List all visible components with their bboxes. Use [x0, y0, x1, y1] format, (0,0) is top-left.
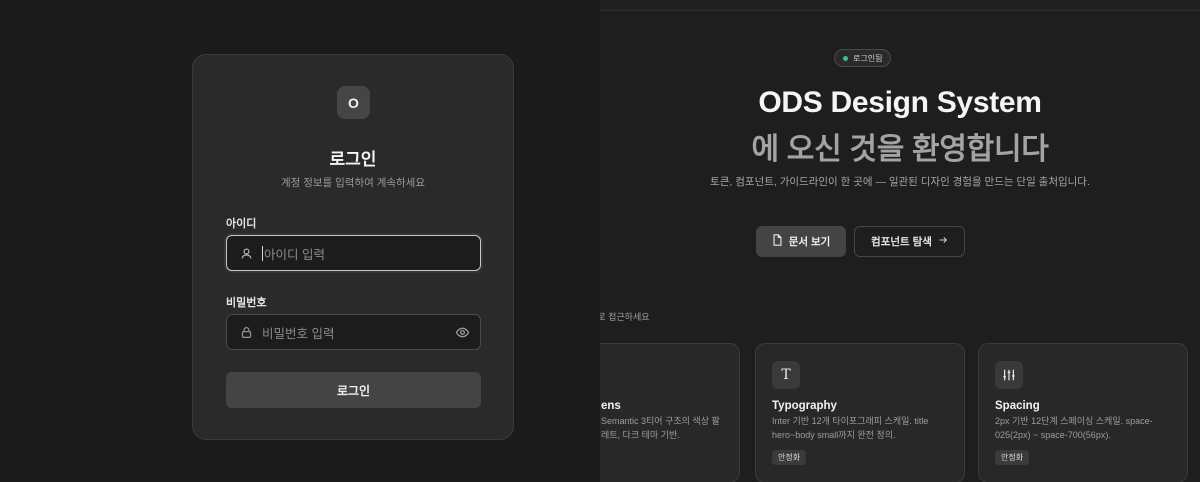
explore-components-button[interactable]: 컴포넌트 탐색 — [854, 226, 965, 257]
feature-card-typography[interactable]: T Typography Inter 기반 12개 타이포그래피 스케일. ti… — [755, 343, 965, 482]
docs-button[interactable]: 문서 보기 — [756, 226, 846, 257]
feature-card-title: Spacing — [995, 400, 1040, 412]
feature-card-description: Inter 기반 12개 타이포그래피 스케일. title hero~body… — [772, 416, 929, 440]
login-screen: O 로그인 계정 정보를 입력하여 계속하세요 아이디 아이디 입력 비밀번호 — [0, 0, 600, 482]
text-caret — [262, 245, 263, 261]
status-dot-icon — [843, 55, 848, 61]
docs-button-label: 문서 보기 — [788, 236, 831, 248]
login-title: 로그인 — [329, 150, 377, 169]
hero-description: 토큰, 컴포넌트, 가이드라인이 한 곳에 — 일관된 디자인 경험을 만드는 … — [710, 176, 1090, 188]
eye-icon[interactable] — [454, 324, 470, 340]
feature-card-description: Semantic 3티어 구조의 색상 팔레트, 다크 테마 기반. — [601, 416, 720, 440]
landing-screen: 로그인됨 ODS Design System 에 오신 것을 환영합니다 토큰,… — [600, 0, 1200, 482]
hero-title: ODS Design System — [758, 86, 1042, 119]
user-icon — [239, 246, 253, 260]
feature-card-colors[interactable]: ens Semantic 3티어 구조의 색상 팔레트, 다크 테마 기반. — [600, 343, 740, 482]
status-badge: 로그인됨 — [834, 49, 892, 67]
section-label: 스에 바로 접근하세요 — [600, 312, 650, 322]
document-icon — [772, 234, 783, 249]
explore-components-label: 컴포넌트 탐색 — [871, 236, 932, 248]
password-input[interactable]: 비밀번호 입력 — [226, 314, 481, 350]
login-subtitle: 계정 정보를 입력하여 계속하세요 — [281, 177, 425, 189]
top-navbar — [600, 0, 1200, 11]
typography-icon: T — [772, 361, 800, 389]
stability-tag: 안정화 — [772, 450, 807, 465]
hero-subtitle: 에 오신 것을 환영합니다 — [751, 133, 1049, 166]
arrow-right-icon — [938, 235, 948, 248]
id-label: 아이디 — [226, 218, 257, 230]
feature-card-spacing[interactable]: Spacing 2px 기반 12단계 스페이싱 스케일. space-025(… — [978, 343, 1188, 482]
login-card: O 로그인 계정 정보를 입력하여 계속하세요 아이디 아이디 입력 비밀번호 — [192, 54, 514, 440]
app-logo: O — [337, 86, 370, 119]
feature-card-title: Typography — [772, 400, 837, 412]
stability-tag: 안정화 — [995, 450, 1030, 465]
status-badge-label: 로그인됨 — [853, 53, 883, 63]
feature-card-description: 2px 기반 12단계 스페이싱 스케일. space-025(2px) ~ s… — [995, 416, 1153, 440]
id-placeholder: 아이디 입력 — [264, 247, 325, 262]
sliders-icon — [995, 361, 1023, 389]
id-input[interactable]: 아이디 입력 — [226, 235, 481, 271]
feature-card-title: ens — [601, 400, 621, 412]
password-label: 비밀번호 — [226, 297, 267, 309]
login-button[interactable]: 로그인 — [226, 372, 481, 408]
password-placeholder: 비밀번호 입력 — [262, 326, 335, 341]
lock-icon — [239, 325, 253, 339]
